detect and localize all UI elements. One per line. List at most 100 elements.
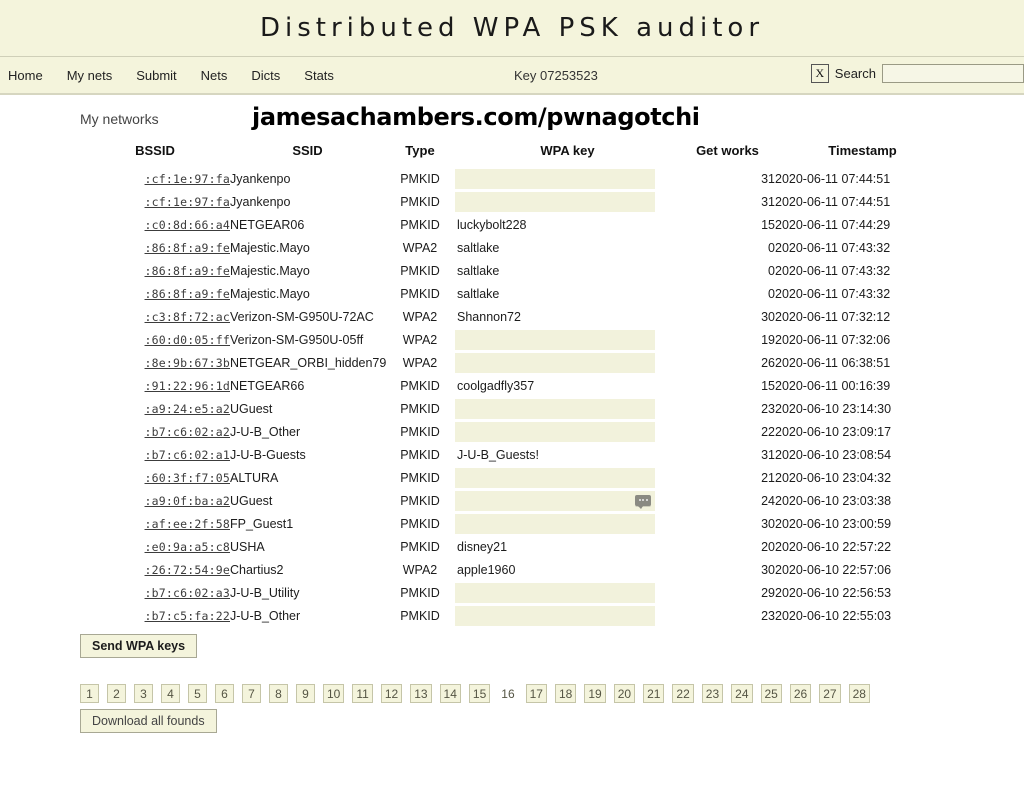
- nav-link-nets[interactable]: Nets: [201, 68, 246, 83]
- cell-bssid: :91:22:96:1d: [80, 374, 230, 397]
- cell-get-works: 0: [768, 240, 775, 255]
- pagination-page-link[interactable]: 8: [269, 684, 288, 703]
- pagination-page-link[interactable]: 2: [107, 684, 126, 703]
- pagination-page-link[interactable]: 28: [848, 684, 870, 703]
- bssid-link[interactable]: :60:3f:f7:05: [145, 471, 230, 485]
- bssid-link[interactable]: :86:8f:a9:fe: [145, 264, 230, 278]
- bssid-link[interactable]: :a9:0f:ba:a2: [145, 494, 230, 508]
- cell-get-works: 15: [761, 378, 775, 393]
- pagination-page-link[interactable]: 14: [439, 684, 461, 703]
- cell-wpa-key: [455, 351, 680, 374]
- bssid-link[interactable]: :cf:1e:97:fa: [145, 172, 230, 186]
- pagination-page-link[interactable]: 6: [215, 684, 234, 703]
- wpa-key-input[interactable]: [455, 605, 655, 626]
- pagination-page-link[interactable]: 9: [296, 684, 315, 703]
- cell-timestamp: 2020-06-10 23:00:59: [775, 516, 892, 531]
- pagination-page-link[interactable]: 22: [672, 684, 694, 703]
- cell-timestamp: 2020-06-10 23:03:38: [775, 493, 892, 508]
- bssid-link[interactable]: :cf:1e:97:fa: [145, 195, 230, 209]
- wpa-key-input-wrap: [455, 513, 655, 534]
- bssid-link[interactable]: :b7:c6:02:a2: [145, 425, 230, 439]
- bssid-link[interactable]: :86:8f:a9:fe: [145, 287, 230, 301]
- nav-link-submit[interactable]: Submit: [136, 68, 194, 83]
- close-icon[interactable]: X: [810, 64, 829, 83]
- pagination-page-link[interactable]: 7: [242, 684, 261, 703]
- bssid-link[interactable]: :b7:c6:02:a3: [145, 586, 230, 600]
- cell-timestamp: 2020-06-10 22:57:06: [775, 562, 892, 577]
- bssid-link[interactable]: :8e:9b:67:3b: [145, 356, 230, 370]
- wpa-key-input[interactable]: [455, 329, 655, 350]
- bssid-link[interactable]: :86:8f:a9:fe: [145, 241, 230, 255]
- bssid-link[interactable]: :26:72:54:9e: [145, 563, 230, 577]
- table-row: :86:8f:a9:fe Majestic.Mayo PMKID saltlake 0 2…: [80, 282, 950, 305]
- wpa-key-input[interactable]: [455, 421, 655, 442]
- cell-wpa-key: [455, 420, 680, 443]
- cell-ssid: J-U-B-Guests: [230, 447, 306, 462]
- bssid-link[interactable]: :a9:24:e5:a2: [145, 402, 230, 416]
- pagination-page-link[interactable]: 19: [584, 684, 606, 703]
- cell-bssid: :86:8f:a9:fe: [80, 282, 230, 305]
- wpa-key-input[interactable]: [455, 352, 655, 373]
- pagination-page-link[interactable]: 27: [819, 684, 841, 703]
- pagination-page-link[interactable]: 3: [134, 684, 153, 703]
- cell-timestamp: 2020-06-11 07:43:32: [775, 286, 891, 301]
- wpa-key-input[interactable]: [455, 513, 655, 534]
- autofill-suggestion-icon[interactable]: [635, 494, 651, 509]
- pagination-page-link[interactable]: 13: [410, 684, 432, 703]
- column-header-get-works: Get works: [696, 143, 759, 158]
- download-all-founds-button[interactable]: Download all founds: [80, 709, 217, 733]
- pagination-page-link[interactable]: 20: [613, 684, 636, 703]
- pagination-page-link[interactable]: 24: [731, 684, 753, 703]
- bssid-link[interactable]: :af:ee:2f:58: [145, 517, 230, 531]
- pagination-page-link[interactable]: 23: [701, 684, 724, 703]
- wpa-key-input-wrap: [455, 191, 655, 212]
- cell-bssid: :b7:c5:fa:22: [80, 604, 230, 627]
- table-row: :91:22:96:1d NETGEAR66 PMKID coolgadfly357 1…: [80, 374, 950, 397]
- cell-bssid: :8e:9b:67:3b: [80, 351, 230, 374]
- nav-link-dicts[interactable]: Dicts: [251, 68, 298, 83]
- pagination-page-link[interactable]: 26: [789, 684, 812, 703]
- pagination-page-link[interactable]: 5: [188, 684, 207, 703]
- cell-ssid: Majestic.Mayo: [230, 263, 310, 278]
- wpa-key-input[interactable]: [455, 490, 655, 511]
- bssid-link[interactable]: :e0:9a:a5:c8: [145, 540, 230, 554]
- cell-ssid: NETGEAR06: [230, 217, 305, 232]
- pagination: 1 2 3 4 5 6 7 8 9 10 11 12 13 14 15 16 17 18 19 20 21 22 23 24 2…: [80, 684, 1024, 703]
- pagination-page-link[interactable]: 17: [525, 684, 547, 703]
- pagination-page-link[interactable]: 11: [352, 684, 373, 703]
- bssid-link[interactable]: :c3:8f:72:ac: [145, 310, 230, 324]
- cell-get-works: 24: [761, 493, 775, 508]
- wpa-key-input[interactable]: [455, 168, 655, 189]
- wpa-key-input-wrap: [455, 490, 655, 511]
- wpa-key-input[interactable]: [455, 467, 655, 488]
- cell-ssid: ALTURA: [230, 470, 279, 485]
- pagination-page-link[interactable]: 15: [468, 684, 491, 703]
- wpa-key-input[interactable]: [455, 582, 655, 603]
- app-header: Distributed WPA PSK auditor: [0, 0, 1024, 57]
- nav-link-home[interactable]: Home: [8, 68, 61, 83]
- cell-timestamp: 2020-06-11 07:32:12: [775, 309, 891, 324]
- nav-link-stats[interactable]: Stats: [304, 68, 352, 83]
- pagination-page-link[interactable]: 1: [80, 684, 99, 703]
- bssid-link[interactable]: :60:d0:05:ff: [145, 333, 230, 347]
- nav-link-my-nets[interactable]: My nets: [67, 68, 131, 83]
- pagination-page-link[interactable]: 25: [760, 684, 782, 703]
- bssid-link[interactable]: :b7:c6:02:a1: [145, 448, 230, 462]
- table-row: :c0:8d:66:a4 NETGEAR06 PMKID luckybolt228 15…: [80, 213, 950, 236]
- cell-timestamp: 2020-06-11 07:43:32: [775, 263, 891, 278]
- table-row: :60:3f:f7:05 ALTURA PMKID 21 2020-06-10 23:0…: [80, 466, 950, 489]
- send-wpa-keys-button[interactable]: Send WPA keys: [80, 634, 198, 658]
- bssid-link[interactable]: :b7:c5:fa:22: [145, 609, 230, 623]
- cell-bssid: :86:8f:a9:fe: [80, 236, 230, 259]
- pagination-page-link[interactable]: 10: [323, 684, 345, 703]
- wpa-key-input[interactable]: [455, 191, 655, 212]
- bssid-link[interactable]: :91:22:96:1d: [145, 379, 230, 393]
- pagination-page-link[interactable]: 4: [161, 684, 180, 703]
- bssid-link[interactable]: :c0:8d:66:a4: [145, 218, 230, 232]
- wpa-key-input[interactable]: [455, 398, 655, 419]
- pagination-page-link[interactable]: 18: [554, 684, 577, 703]
- pagination-page-link[interactable]: 21: [643, 684, 665, 703]
- pagination-page-link[interactable]: 12: [380, 684, 403, 703]
- search-input[interactable]: [882, 64, 1024, 83]
- cell-get-works: 19: [761, 332, 775, 347]
